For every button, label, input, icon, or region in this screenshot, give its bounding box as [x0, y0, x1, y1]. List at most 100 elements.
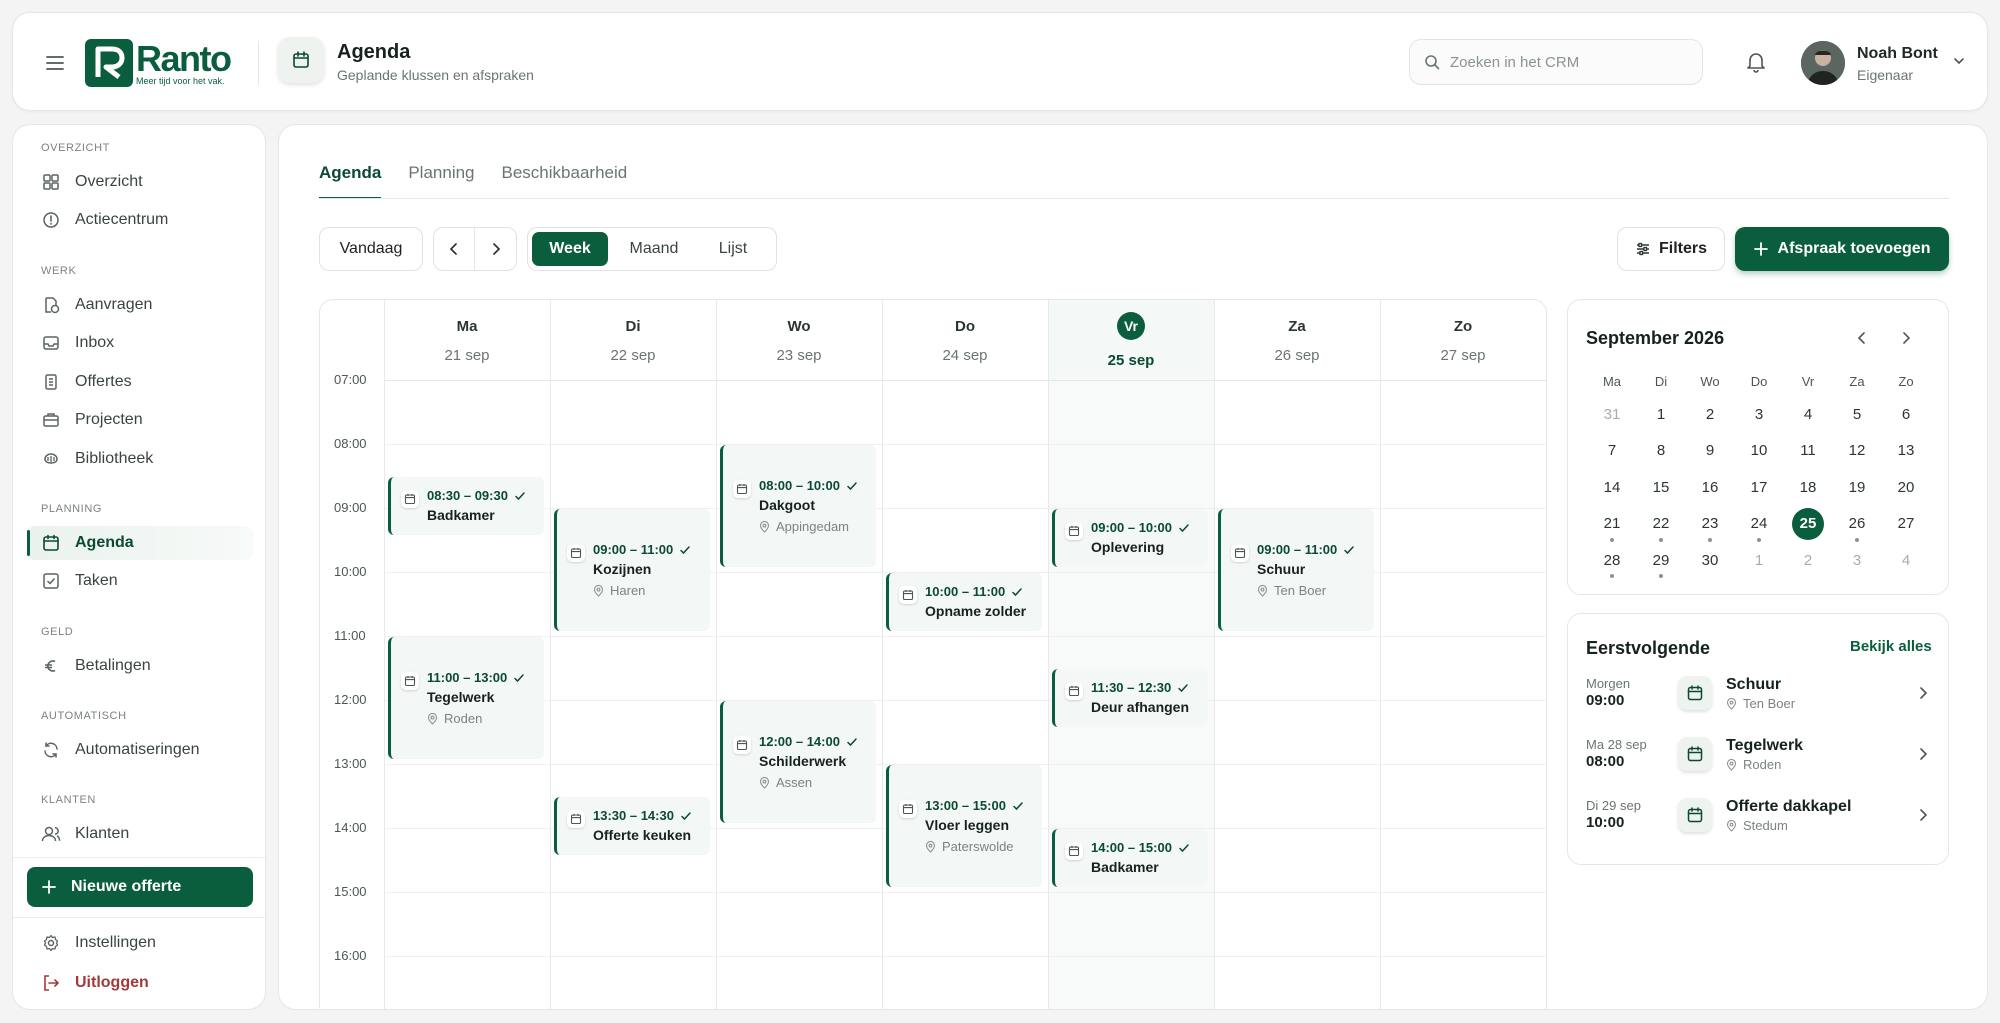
mini-day[interactable]: 10	[1739, 435, 1779, 467]
mini-day[interactable]: 1	[1641, 398, 1681, 430]
today-button[interactable]: Vandaag	[319, 227, 423, 271]
day-header[interactable]: Vr 25 sep	[1048, 300, 1214, 380]
mini-day[interactable]: 21	[1592, 508, 1632, 540]
sidebar-item-bibliotheek[interactable]: Bibliotheek	[27, 442, 253, 476]
logout-button[interactable]: Uitloggen	[27, 966, 253, 1000]
event-card[interactable]: 09:00 – 11:00 Schuur Ten Boer	[1218, 509, 1374, 631]
chevron-right-icon[interactable]	[1914, 684, 1932, 702]
mini-day[interactable]: 18	[1788, 471, 1828, 503]
event-card[interactable]: 13:30 – 14:30 Offerte keuken	[554, 797, 710, 855]
day-header[interactable]: Za 26 sep	[1214, 300, 1380, 380]
day-header[interactable]: Do 24 sep	[882, 300, 1048, 380]
upcoming-item[interactable]: Di 29 sep 10:00 Offerte dakkapel Stedum	[1568, 798, 1948, 858]
chevron-left-icon[interactable]	[434, 228, 476, 270]
chevron-right-icon[interactable]	[1894, 326, 1918, 350]
mini-day[interactable]: 11	[1788, 435, 1828, 467]
tab-agenda[interactable]: Agenda	[319, 163, 382, 199]
mini-day[interactable]: 20	[1886, 471, 1926, 503]
sidebar-item-instellingen[interactable]: Instellingen	[27, 926, 253, 960]
upcoming-item[interactable]: Morgen 09:00 Schuur Ten Boer	[1568, 676, 1948, 736]
day-header[interactable]: Ma 21 sep	[384, 300, 550, 380]
mini-day[interactable]: 24	[1739, 508, 1779, 540]
sidebar-item-offertes[interactable]: Offertes	[27, 365, 253, 399]
mini-day[interactable]: 6	[1886, 398, 1926, 430]
mini-day[interactable]: 23	[1690, 508, 1730, 540]
mini-day[interactable]: 30	[1690, 544, 1730, 576]
mini-day[interactable]: 26	[1837, 508, 1877, 540]
see-all-link[interactable]: Bekijk alles	[1850, 638, 1932, 655]
mini-day[interactable]: 16	[1690, 471, 1730, 503]
event-card[interactable]: 14:00 – 15:00 Badkamer	[1052, 829, 1208, 887]
event-card[interactable]: 09:00 – 11:00 Kozijnen Haren	[554, 509, 710, 631]
filters-button[interactable]: Filters	[1617, 227, 1725, 271]
sidebar-item-klanten[interactable]: Klanten	[27, 817, 253, 851]
chevron-right-icon[interactable]	[1914, 745, 1932, 763]
avatar[interactable]	[1801, 41, 1845, 85]
day-header[interactable]: Zo 27 sep	[1380, 300, 1546, 380]
mini-day[interactable]: 22	[1641, 508, 1681, 540]
mini-day[interactable]: 12	[1837, 435, 1877, 467]
event-card[interactable]: 11:30 – 12:30 Deur afhangen	[1052, 669, 1208, 727]
sidebar-item-aanvragen[interactable]: Aanvragen	[27, 288, 253, 322]
event-card[interactable]: 08:00 – 10:00 Dakgoot Appingedam	[720, 445, 876, 567]
mini-day[interactable]: 5	[1837, 398, 1877, 430]
mini-day[interactable]: 3	[1837, 544, 1877, 576]
logo[interactable]: Ranto Meer tijd voor het vak.	[85, 37, 245, 89]
mini-day[interactable]: 19	[1837, 471, 1877, 503]
sidebar-item-automatiseringen[interactable]: Automatiseringen	[27, 733, 253, 767]
new-offer-button[interactable]: Nieuwe offerte	[27, 867, 253, 907]
event-card[interactable]: 11:00 – 13:00 Tegelwerk Roden	[388, 637, 544, 759]
sidebar-item-inbox[interactable]: Inbox	[27, 326, 253, 360]
mini-day[interactable]: 7	[1592, 435, 1632, 467]
tab-beschikbaarheid[interactable]: Beschikbaarheid	[502, 163, 628, 199]
sidebar-item-projecten[interactable]: Projecten	[27, 403, 253, 437]
mini-day[interactable]: 3	[1739, 398, 1779, 430]
hour-label: 15:00	[334, 884, 367, 899]
mini-day[interactable]: 13	[1886, 435, 1926, 467]
mini-day[interactable]: 9	[1690, 435, 1730, 467]
chevron-right-icon[interactable]	[475, 228, 516, 270]
event-card[interactable]: 10:00 – 11:00 Opname zolder	[886, 573, 1042, 631]
sidebar-item-taken[interactable]: Taken	[27, 564, 253, 598]
calendar-icon	[41, 533, 61, 553]
day-header[interactable]: Wo 23 sep	[716, 300, 882, 380]
day-header[interactable]: Di 22 sep	[550, 300, 716, 380]
mini-day[interactable]: 1	[1739, 544, 1779, 576]
chevron-left-icon[interactable]	[1850, 326, 1874, 350]
mini-day[interactable]: 25	[1788, 507, 1828, 540]
search-input[interactable]	[1450, 53, 1690, 71]
sidebar-item-actiecentrum[interactable]: Actiecentrum	[27, 203, 253, 237]
add-appointment-button[interactable]: Afspraak toevoegen	[1735, 227, 1949, 271]
chevron-right-icon[interactable]	[1914, 806, 1932, 824]
mini-day[interactable]: 27	[1886, 508, 1926, 540]
view-lijst-button[interactable]: Lijst	[698, 232, 768, 266]
mini-day[interactable]: 31	[1592, 398, 1632, 430]
mini-day[interactable]: 4	[1788, 398, 1828, 430]
mini-day[interactable]: 8	[1641, 435, 1681, 467]
search-box[interactable]	[1409, 39, 1703, 85]
sidebar-item-betalingen[interactable]: Betalingen	[27, 649, 253, 683]
tab-planning[interactable]: Planning	[408, 163, 474, 199]
event-card[interactable]: 09:00 – 10:00 Oplevering	[1052, 509, 1208, 567]
sidebar-item-overzicht[interactable]: Overzicht	[27, 165, 253, 199]
mini-day[interactable]: 29	[1641, 544, 1681, 576]
event-card[interactable]: 13:00 – 15:00 Vloer leggen Paterswolde	[886, 765, 1042, 887]
mini-day[interactable]: 14	[1592, 471, 1632, 503]
mini-day[interactable]: 2	[1690, 398, 1730, 430]
upcoming-day: Ma 28 sep	[1586, 737, 1647, 752]
event-card[interactable]: 12:00 – 14:00 Schilderwerk Assen	[720, 701, 876, 823]
menu-icon[interactable]	[41, 49, 69, 77]
bell-icon[interactable]	[1743, 49, 1769, 75]
mini-day[interactable]: 17	[1739, 471, 1779, 503]
mini-day[interactable]: 4	[1886, 544, 1926, 576]
view-maand-button[interactable]: Maand	[614, 232, 694, 266]
upcoming-item[interactable]: Ma 28 sep 08:00 Tegelwerk Roden	[1568, 737, 1948, 797]
mini-day[interactable]: 15	[1641, 471, 1681, 503]
upcoming-title-text: Tegelwerk	[1726, 737, 1804, 754]
mini-day[interactable]: 2	[1788, 544, 1828, 576]
view-week-button[interactable]: Week	[532, 232, 608, 266]
chevron-down-icon[interactable]	[1951, 53, 1967, 69]
mini-day[interactable]: 28	[1592, 544, 1632, 576]
event-card[interactable]: 08:30 – 09:30 Badkamer	[388, 477, 544, 535]
sidebar-item-agenda[interactable]: Agenda	[27, 526, 253, 560]
